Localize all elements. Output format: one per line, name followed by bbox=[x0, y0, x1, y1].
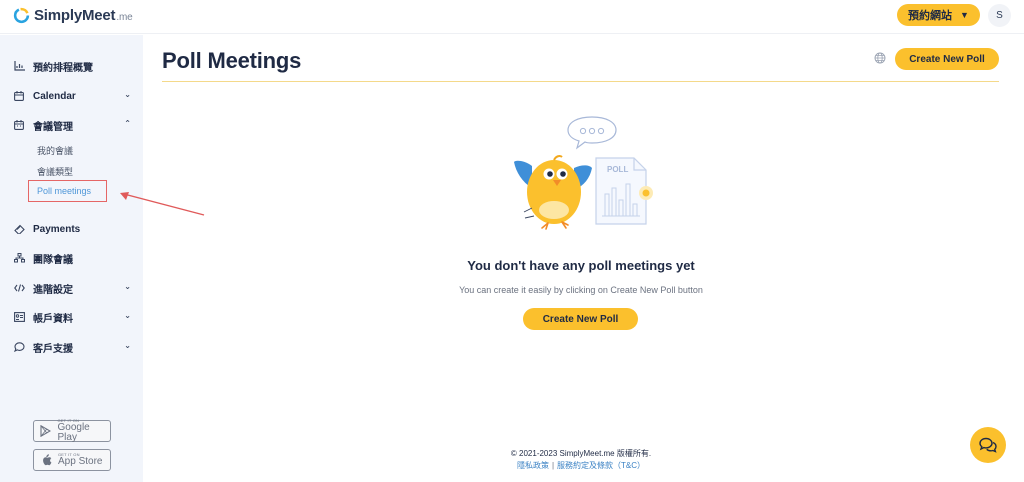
sidebar-item-label: Payments bbox=[33, 223, 81, 235]
app-store-badge[interactable]: GET IT ON App Store bbox=[33, 449, 111, 471]
footer-divider: | bbox=[551, 461, 555, 470]
payments-icon bbox=[13, 223, 25, 235]
create-new-poll-button[interactable]: Create New Poll bbox=[895, 48, 999, 70]
sidebar-item-label: 預約排程概覽 bbox=[33, 62, 93, 74]
booking-site-label: 預約網站 bbox=[908, 10, 953, 22]
chevron-down-icon: ▼ bbox=[960, 10, 969, 20]
empty-state-create-poll-button[interactable]: Create New Poll bbox=[523, 308, 638, 330]
sidebar-item-overview[interactable]: 預約排程概覽 bbox=[13, 57, 135, 75]
google-play-label: Google Play bbox=[57, 422, 90, 443]
sidebar-item-payments[interactable]: Payments bbox=[13, 220, 135, 238]
sidebar-sub-item-poll-meetings[interactable]: Poll meetings bbox=[28, 180, 107, 202]
copyright-text: © 2021-2023 SimplyMeet.me 版權所有. bbox=[510, 449, 652, 458]
globe-icon[interactable] bbox=[874, 52, 886, 64]
privacy-policy-link[interactable]: 隱私政策 bbox=[517, 461, 549, 470]
sidebar-item-label: 進階設定 bbox=[33, 284, 73, 296]
sidebar-item-label: 客戶支援 bbox=[33, 343, 73, 355]
page-title: Poll Meetings bbox=[162, 48, 302, 73]
sidebar-sub-item-meeting-types[interactable]: 會議類型 bbox=[37, 165, 73, 178]
chevron-down-icon: ⌄ bbox=[124, 341, 131, 350]
google-play-icon bbox=[39, 424, 52, 438]
sidebar-item-team[interactable]: 團隊會議 bbox=[13, 249, 135, 267]
sidebar-item-meetings[interactable]: 會議管理 ⌃ bbox=[13, 116, 135, 134]
footer: © 2021-2023 SimplyMeet.me 版權所有. 隱私政策 | 服務約… bbox=[381, 448, 781, 472]
logo-name: SimplyMeet bbox=[34, 7, 116, 24]
sidebar: 預約排程概覽 Calendar ⌄ 會議管理 ⌃ 我的會議 會議類型 Poll … bbox=[0, 35, 143, 482]
app-store-label: App Store bbox=[58, 456, 103, 467]
empty-state-title: You don't have any poll meetings yet bbox=[467, 258, 695, 273]
sidebar-item-account[interactable]: 帳戶資料 ⌄ bbox=[13, 308, 135, 326]
sidebar-item-calendar[interactable]: Calendar ⌄ bbox=[13, 87, 135, 105]
sidebar-item-label: Calendar bbox=[33, 90, 76, 102]
google-play-badge[interactable]: GET IT ON Google Play bbox=[33, 419, 111, 443]
top-bar: SimplyMeet.me 預約網站 ▼ S bbox=[0, 0, 1024, 34]
calendar-icon bbox=[13, 90, 25, 102]
live-chat-button[interactable] bbox=[970, 427, 1006, 463]
logo-icon bbox=[13, 7, 30, 24]
terms-link[interactable]: 服務約定及條款（T&C） bbox=[557, 461, 645, 470]
bird-poll-illustration: POLL bbox=[514, 116, 653, 230]
sidebar-item-label: 團隊會議 bbox=[33, 254, 73, 266]
team-icon bbox=[13, 252, 25, 264]
code-icon bbox=[13, 282, 25, 294]
account-icon bbox=[13, 311, 25, 323]
chat-bubble-icon bbox=[13, 341, 25, 353]
sidebar-item-support[interactable]: 客戶支援 ⌄ bbox=[13, 338, 135, 356]
meeting-icon bbox=[13, 119, 25, 131]
apple-icon bbox=[39, 453, 53, 467]
sidebar-item-advanced[interactable]: 進階設定 ⌄ bbox=[13, 279, 135, 297]
title-divider bbox=[162, 81, 999, 82]
chevron-up-icon: ⌃ bbox=[124, 119, 131, 128]
chevron-down-icon: ⌄ bbox=[124, 90, 131, 99]
empty-state-subtitle: You can create it easily by clicking on … bbox=[459, 285, 703, 295]
chevron-down-icon: ⌄ bbox=[124, 282, 131, 291]
logo-text: SimplyMeet.me bbox=[34, 7, 133, 24]
chat-icon bbox=[979, 437, 997, 453]
logo-tld: .me bbox=[116, 12, 133, 23]
avatar[interactable]: S bbox=[988, 4, 1011, 27]
chevron-down-icon: ⌄ bbox=[124, 311, 131, 320]
sidebar-sub-item-my-meetings[interactable]: 我的會議 bbox=[37, 144, 73, 157]
annotation-arrow bbox=[120, 192, 205, 216]
chart-icon bbox=[13, 60, 25, 72]
poll-document-label: POLL bbox=[607, 165, 628, 174]
sidebar-item-label: 會議管理 bbox=[33, 121, 73, 133]
sidebar-item-label: 帳戶資料 bbox=[33, 313, 73, 325]
booking-site-button[interactable]: 預約網站 ▼ bbox=[897, 4, 980, 26]
logo[interactable]: SimplyMeet.me bbox=[13, 7, 133, 24]
